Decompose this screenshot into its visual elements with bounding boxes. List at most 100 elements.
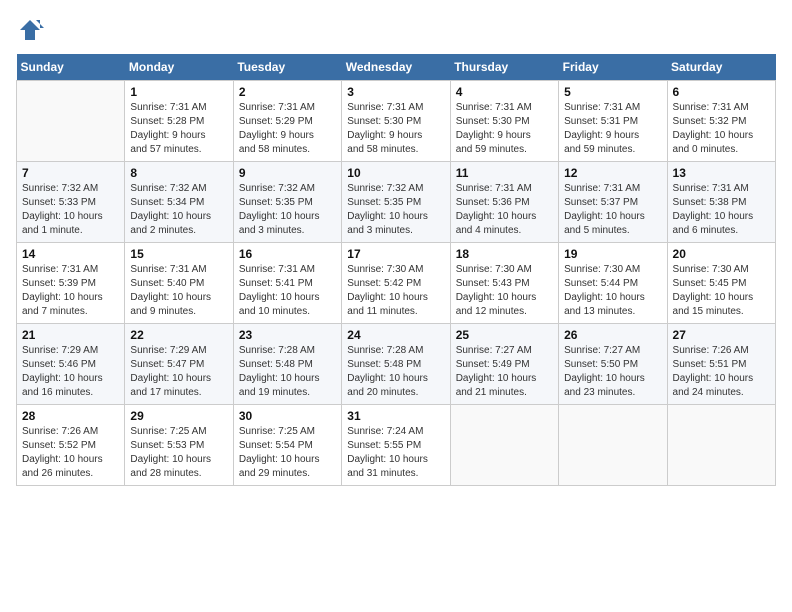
day-number: 1 xyxy=(130,85,227,99)
day-cell: 17 Sunrise: 7:30 AMSunset: 5:42 PMDayligh… xyxy=(342,243,450,324)
day-info: Sunrise: 7:31 AMSunset: 5:39 PMDaylight:… xyxy=(22,263,119,319)
day-cell: 6 Sunrise: 7:31 AMSunset: 5:32 PMDaylight… xyxy=(667,81,775,162)
day-info: Sunrise: 7:32 AMSunset: 5:33 PMDaylight:… xyxy=(22,182,119,238)
day-cell xyxy=(559,405,667,486)
day-info: Sunrise: 7:31 AMSunset: 5:30 PMDaylight:… xyxy=(456,101,553,157)
day-number: 7 xyxy=(22,166,119,180)
day-number: 13 xyxy=(673,166,770,180)
page-header xyxy=(16,16,776,44)
day-number: 8 xyxy=(130,166,227,180)
week-row-4: 21Sunrise: 7:29 AMSunset: 5:46 PMDayligh… xyxy=(17,324,776,405)
header-row: SundayMondayTuesdayWednesdayThursdayFrid… xyxy=(17,54,776,81)
day-info: Sunrise: 7:31 AMSunset: 5:29 PMDaylight:… xyxy=(239,101,336,157)
day-info: Sunrise: 7:31 AMSunset: 5:28 PMDaylight:… xyxy=(130,101,227,157)
day-cell: 27 Sunrise: 7:26 AMSunset: 5:51 PMDayligh… xyxy=(667,324,775,405)
day-cell: 28Sunrise: 7:26 AMSunset: 5:52 PMDayligh… xyxy=(17,405,125,486)
day-number: 31 xyxy=(347,409,444,423)
day-cell: 29Sunrise: 7:25 AMSunset: 5:53 PMDayligh… xyxy=(125,405,233,486)
day-number: 16 xyxy=(239,247,336,261)
day-info: Sunrise: 7:31 AMSunset: 5:32 PMDaylight:… xyxy=(673,101,770,157)
day-number: 10 xyxy=(347,166,444,180)
day-info: Sunrise: 7:30 AMSunset: 5:45 PMDaylight:… xyxy=(673,263,770,319)
day-cell: 15 Sunrise: 7:31 AMSunset: 5:40 PMDayligh… xyxy=(125,243,233,324)
day-number: 5 xyxy=(564,85,661,99)
day-number: 12 xyxy=(564,166,661,180)
day-cell: 2 Sunrise: 7:31 AMSunset: 5:29 PMDaylight… xyxy=(233,81,341,162)
day-info: Sunrise: 7:31 AMSunset: 5:37 PMDaylight:… xyxy=(564,182,661,238)
day-number: 9 xyxy=(239,166,336,180)
day-cell: 22 Sunrise: 7:29 AMSunset: 5:47 PMDayligh… xyxy=(125,324,233,405)
day-number: 25 xyxy=(456,328,553,342)
day-info: Sunrise: 7:30 AMSunset: 5:43 PMDaylight:… xyxy=(456,263,553,319)
day-number: 20 xyxy=(673,247,770,261)
week-row-1: 1 Sunrise: 7:31 AMSunset: 5:28 PMDaylight… xyxy=(17,81,776,162)
day-cell xyxy=(17,81,125,162)
week-row-3: 14 Sunrise: 7:31 AMSunset: 5:39 PMDayligh… xyxy=(17,243,776,324)
day-cell: 7 Sunrise: 7:32 AMSunset: 5:33 PMDaylight… xyxy=(17,162,125,243)
day-number: 3 xyxy=(347,85,444,99)
day-number: 2 xyxy=(239,85,336,99)
day-cell: 23 Sunrise: 7:28 AMSunset: 5:48 PMDayligh… xyxy=(233,324,341,405)
day-number: 14 xyxy=(22,247,119,261)
day-number: 30 xyxy=(239,409,336,423)
day-info: Sunrise: 7:27 AMSunset: 5:50 PMDaylight:… xyxy=(564,344,661,400)
calendar-table: SundayMondayTuesdayWednesdayThursdayFrid… xyxy=(16,54,776,486)
day-info: Sunrise: 7:31 AMSunset: 5:41 PMDaylight:… xyxy=(239,263,336,319)
day-cell: 30 Sunrise: 7:25 AMSunset: 5:54 PMDayligh… xyxy=(233,405,341,486)
day-number: 28 xyxy=(22,409,119,423)
day-info: Sunrise: 7:30 AMSunset: 5:42 PMDaylight:… xyxy=(347,263,444,319)
day-cell: 11Sunrise: 7:31 AMSunset: 5:36 PMDayligh… xyxy=(450,162,558,243)
day-cell: 9 Sunrise: 7:32 AMSunset: 5:35 PMDaylight… xyxy=(233,162,341,243)
day-number: 23 xyxy=(239,328,336,342)
day-info: Sunrise: 7:32 AMSunset: 5:35 PMDaylight:… xyxy=(239,182,336,238)
day-number: 6 xyxy=(673,85,770,99)
day-number: 18 xyxy=(456,247,553,261)
day-number: 22 xyxy=(130,328,227,342)
day-info: Sunrise: 7:26 AMSunset: 5:51 PMDaylight:… xyxy=(673,344,770,400)
day-cell: 16 Sunrise: 7:31 AMSunset: 5:41 PMDayligh… xyxy=(233,243,341,324)
col-header-tuesday: Tuesday xyxy=(233,54,341,81)
day-cell: 24 Sunrise: 7:28 AMSunset: 5:48 PMDayligh… xyxy=(342,324,450,405)
day-number: 4 xyxy=(456,85,553,99)
day-info: Sunrise: 7:28 AMSunset: 5:48 PMDaylight:… xyxy=(239,344,336,400)
day-cell: 21Sunrise: 7:29 AMSunset: 5:46 PMDayligh… xyxy=(17,324,125,405)
day-info: Sunrise: 7:32 AMSunset: 5:35 PMDaylight:… xyxy=(347,182,444,238)
day-info: Sunrise: 7:29 AMSunset: 5:46 PMDaylight:… xyxy=(22,344,119,400)
day-number: 15 xyxy=(130,247,227,261)
day-info: Sunrise: 7:25 AMSunset: 5:54 PMDaylight:… xyxy=(239,425,336,481)
day-info: Sunrise: 7:28 AMSunset: 5:48 PMDaylight:… xyxy=(347,344,444,400)
day-info: Sunrise: 7:24 AMSunset: 5:55 PMDaylight:… xyxy=(347,425,444,481)
day-cell: 20 Sunrise: 7:30 AMSunset: 5:45 PMDayligh… xyxy=(667,243,775,324)
day-cell: 26 Sunrise: 7:27 AMSunset: 5:50 PMDayligh… xyxy=(559,324,667,405)
day-number: 26 xyxy=(564,328,661,342)
day-cell: 18 Sunrise: 7:30 AMSunset: 5:43 PMDayligh… xyxy=(450,243,558,324)
day-number: 29 xyxy=(130,409,227,423)
day-cell xyxy=(450,405,558,486)
day-cell: 3 Sunrise: 7:31 AMSunset: 5:30 PMDaylight… xyxy=(342,81,450,162)
day-info: Sunrise: 7:32 AMSunset: 5:34 PMDaylight:… xyxy=(130,182,227,238)
week-row-2: 7 Sunrise: 7:32 AMSunset: 5:33 PMDaylight… xyxy=(17,162,776,243)
week-row-5: 28Sunrise: 7:26 AMSunset: 5:52 PMDayligh… xyxy=(17,405,776,486)
col-header-thursday: Thursday xyxy=(450,54,558,81)
day-number: 24 xyxy=(347,328,444,342)
day-info: Sunrise: 7:30 AMSunset: 5:44 PMDaylight:… xyxy=(564,263,661,319)
day-cell: 1 Sunrise: 7:31 AMSunset: 5:28 PMDaylight… xyxy=(125,81,233,162)
day-info: Sunrise: 7:31 AMSunset: 5:40 PMDaylight:… xyxy=(130,263,227,319)
day-info: Sunrise: 7:29 AMSunset: 5:47 PMDaylight:… xyxy=(130,344,227,400)
day-number: 11 xyxy=(456,166,553,180)
day-cell: 19Sunrise: 7:30 AMSunset: 5:44 PMDayligh… xyxy=(559,243,667,324)
logo-icon xyxy=(16,16,44,44)
day-cell: 31 Sunrise: 7:24 AMSunset: 5:55 PMDayligh… xyxy=(342,405,450,486)
day-cell xyxy=(667,405,775,486)
day-cell: 5 Sunrise: 7:31 AMSunset: 5:31 PMDaylight… xyxy=(559,81,667,162)
day-number: 17 xyxy=(347,247,444,261)
col-header-wednesday: Wednesday xyxy=(342,54,450,81)
day-info: Sunrise: 7:31 AMSunset: 5:31 PMDaylight:… xyxy=(564,101,661,157)
day-info: Sunrise: 7:31 AMSunset: 5:30 PMDaylight:… xyxy=(347,101,444,157)
day-cell: 25Sunrise: 7:27 AMSunset: 5:49 PMDayligh… xyxy=(450,324,558,405)
col-header-friday: Friday xyxy=(559,54,667,81)
col-header-sunday: Sunday xyxy=(17,54,125,81)
day-cell: 13Sunrise: 7:31 AMSunset: 5:38 PMDayligh… xyxy=(667,162,775,243)
day-cell: 8 Sunrise: 7:32 AMSunset: 5:34 PMDaylight… xyxy=(125,162,233,243)
day-number: 27 xyxy=(673,328,770,342)
